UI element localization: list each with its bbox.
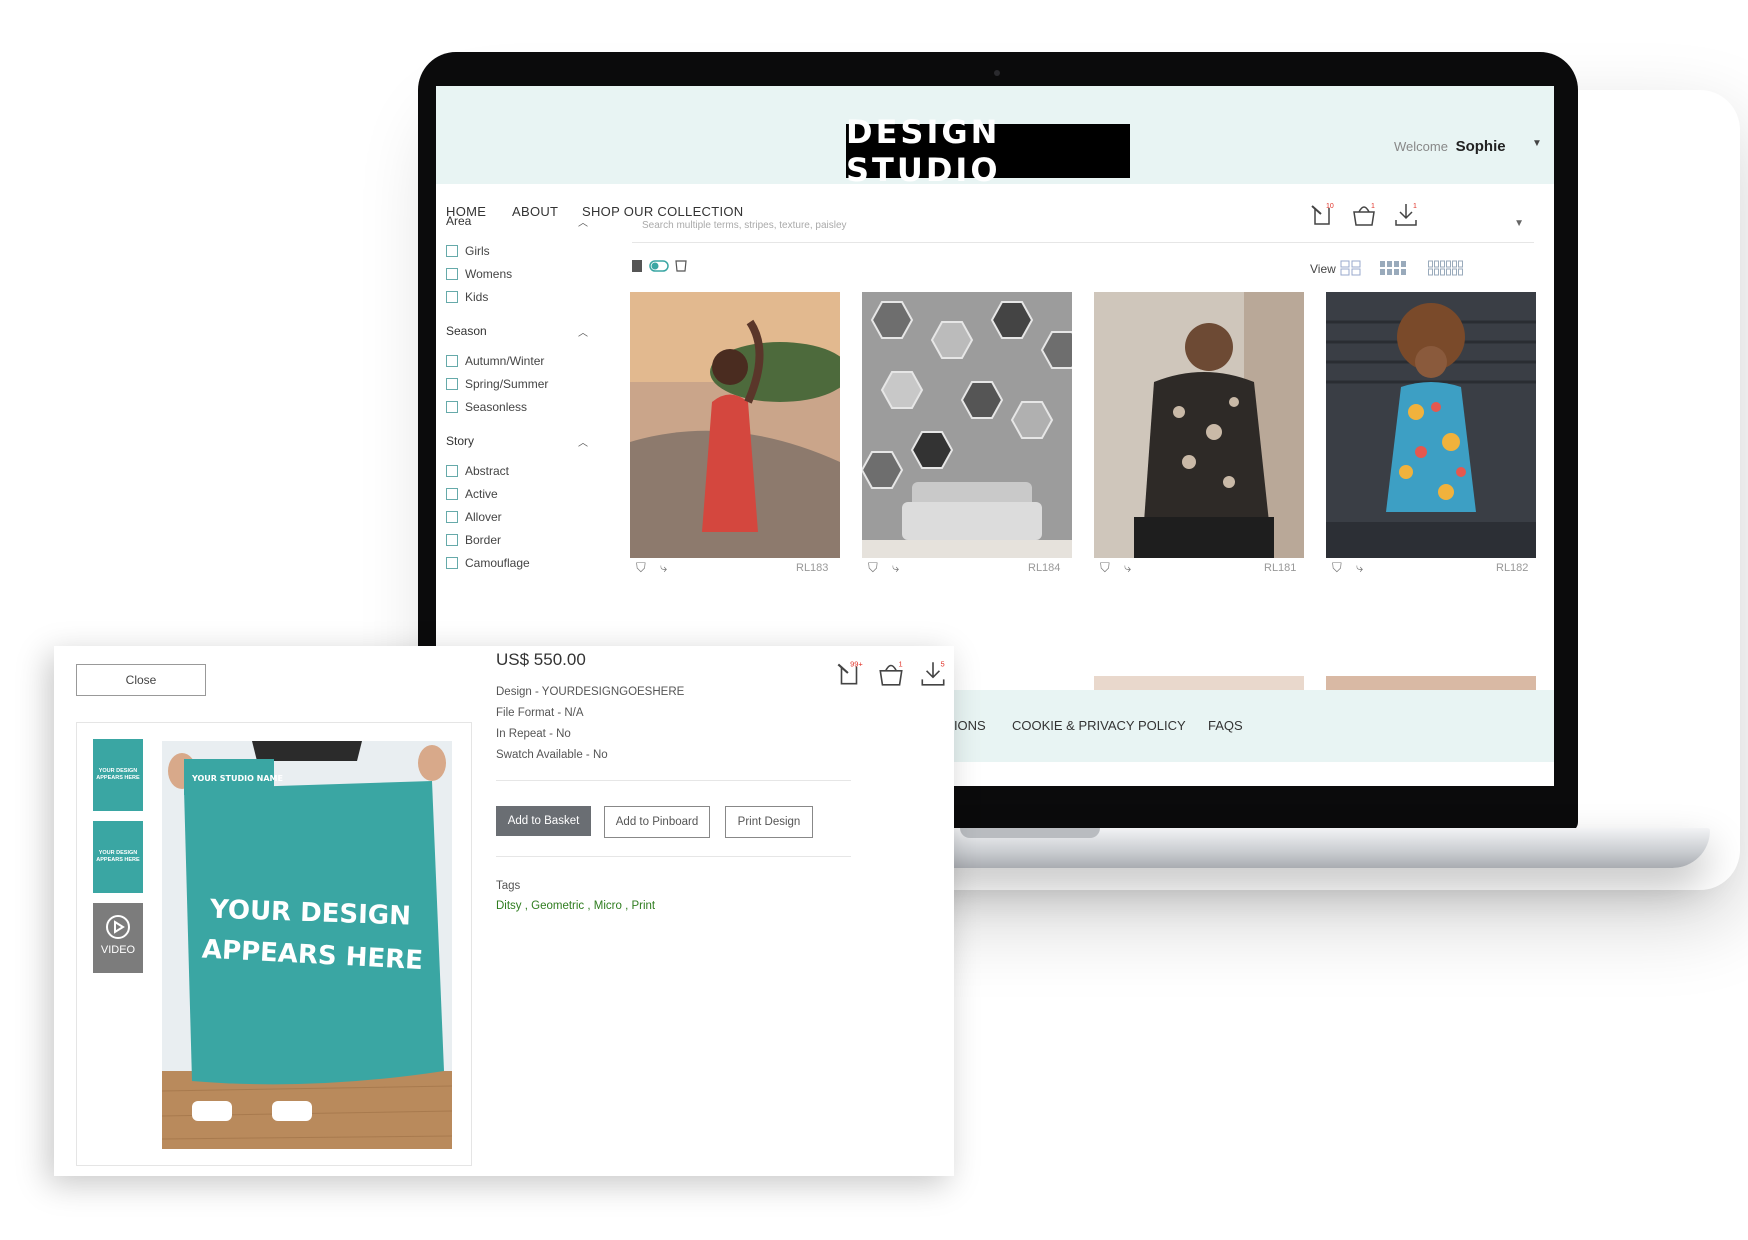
filter-option[interactable]: Seasonless [446,400,527,414]
product-code: RL182 [1496,562,1529,574]
view-label: View [1310,262,1336,276]
pinboard-icon[interactable]: ⤷ [1356,560,1363,576]
checkbox[interactable] [446,557,458,569]
product-card-partial[interactable] [1326,676,1536,690]
checkbox[interactable] [446,291,458,303]
nav-about[interactable]: ABOUT [512,204,558,219]
pinboard-icon[interactable]: 99+ [834,658,864,688]
checkbox[interactable] [446,511,458,523]
product-card[interactable] [1326,292,1536,558]
video-label: VIDEO [100,944,136,956]
filter-option[interactable]: Abstract [446,464,509,478]
svg-text:99+: 99+ [850,660,863,669]
filter-story-title[interactable]: Story [446,434,474,448]
tags-label: Tags [496,880,521,892]
filter-option[interactable]: Autumn/Winter [446,354,544,368]
chevron-up-icon[interactable]: ︿ [578,214,588,229]
checkbox[interactable] [446,534,458,546]
product-image-man-print-shirt[interactable] [1094,292,1304,558]
chevron-down-icon[interactable]: ▼ [1532,138,1542,149]
spec-file-format: File Format - N/A [496,707,584,719]
gallery-video-thumbnail[interactable]: VIDEO [93,903,143,973]
product-card-partial[interactable] [1094,676,1304,690]
product-card[interactable] [630,292,840,558]
site-header: DESIGN STUDIO Welcome Sophie ▼ [436,86,1554,189]
spec-swatch: Swatch Available - No [496,749,608,761]
towel-mockup-image: YOUR STUDIO NAME YOUR DESIGN APPEARS HER… [162,741,452,1149]
site-logo[interactable]: DESIGN STUDIO [846,113,1130,189]
filter-area-title[interactable]: Area [446,214,471,228]
download-icon[interactable]: 5 [918,658,948,688]
filter-option[interactable]: Womens [446,267,512,281]
print-design-button[interactable]: Print Design [725,806,813,838]
view-mode-icons[interactable] [632,258,692,274]
filter-option[interactable]: Allover [446,510,502,524]
pinboard-icon[interactable]: ⤷ [1124,560,1131,576]
search-bar[interactable]: Search multiple terms, stripes, texture,… [632,208,1534,243]
product-code: RL181 [1264,562,1297,574]
filter-option[interactable]: Border [446,533,501,547]
filter-option[interactable]: Active [446,487,498,501]
checkbox[interactable] [446,245,458,257]
spec-design: Design - YOURDESIGNGOESHERE [496,686,685,698]
grid-2-icon[interactable] [1340,260,1362,276]
grid-4-icon[interactable] [1380,260,1408,276]
laptop-notch [960,828,1100,838]
svg-text:1: 1 [899,660,903,669]
product-price: US$ 550.00 [496,650,586,669]
filter-option[interactable]: Spring/Summer [446,377,548,391]
welcome-message: Welcome Sophie [1394,138,1506,155]
filter-option[interactable]: Kids [446,290,488,304]
checkbox[interactable] [446,268,458,280]
product-image-woman-red-dress[interactable] [630,292,840,558]
gallery-thumbnail[interactable]: YOUR DESIGN APPEARS HERE [93,821,143,893]
chevron-down-icon[interactable]: ▼ [1514,218,1524,229]
add-to-pinboard-button[interactable]: Add to Pinboard [604,806,710,838]
add-to-basket-button[interactable]: Add to Basket [496,806,591,836]
product-main-image[interactable]: YOUR STUDIO NAME YOUR DESIGN APPEARS HER… [162,741,452,1149]
product-card[interactable] [1094,292,1304,558]
filter-option[interactable]: Camouflage [446,556,530,570]
basket-icon[interactable]: ⛉ [1332,560,1342,576]
product-media-gallery: YOUR DESIGN APPEARS HERE YOUR DESIGN APP… [76,722,472,1166]
spec-in-repeat: In Repeat - No [496,728,571,740]
svg-text:YOUR STUDIO NAME: YOUR STUDIO NAME [191,774,283,783]
user-name[interactable]: Sophie [1456,138,1506,155]
footer-link-cookie-policy[interactable]: COOKIE & PRIVACY POLICY [1012,718,1186,733]
product-code: RL183 [796,562,829,574]
checkbox[interactable] [446,401,458,413]
checkbox[interactable] [446,488,458,500]
product-card[interactable] [862,292,1072,558]
checkbox[interactable] [446,355,458,367]
gallery-thumbnail[interactable]: YOUR DESIGN APPEARS HERE [93,739,143,811]
filter-season-title[interactable]: Season [446,324,487,338]
product-image-hexagon-wallpaper[interactable] [862,292,1072,558]
product-image-girl-floral[interactable] [1326,292,1536,558]
footer-link-faqs[interactable]: FAQS [1208,718,1243,733]
pinboard-icon[interactable]: ⤷ [892,560,899,576]
chevron-up-icon[interactable]: ︿ [578,324,588,339]
filter-option[interactable]: Girls [446,244,490,258]
tags-list[interactable]: Ditsy , Geometric , Micro , Print [496,900,655,912]
divider [496,780,851,781]
laptop-camera [994,70,1000,76]
basket-icon[interactable]: ⛉ [636,560,646,576]
checkbox[interactable] [446,465,458,477]
product-detail-popup: Close 99+ 1 5 YOUR DESIGN APPEARS HERE Y… [54,646,954,1176]
chevron-up-icon[interactable]: ︿ [578,434,588,449]
divider [496,856,851,857]
welcome-prefix: Welcome [1394,139,1448,154]
close-button[interactable]: Close [76,664,206,696]
svg-text:5: 5 [941,660,945,669]
pinboard-icon[interactable]: ⤷ [660,560,667,576]
play-icon [106,915,130,939]
search-input[interactable]: Search multiple terms, stripes, texture,… [642,220,847,231]
basket-icon[interactable]: 1 [876,658,906,688]
basket-icon[interactable]: ⛉ [1100,560,1110,576]
basket-icon[interactable]: ⛉ [868,560,878,576]
checkbox[interactable] [446,378,458,390]
product-code: RL184 [1028,562,1061,574]
grid-6-icon[interactable] [1428,260,1464,276]
